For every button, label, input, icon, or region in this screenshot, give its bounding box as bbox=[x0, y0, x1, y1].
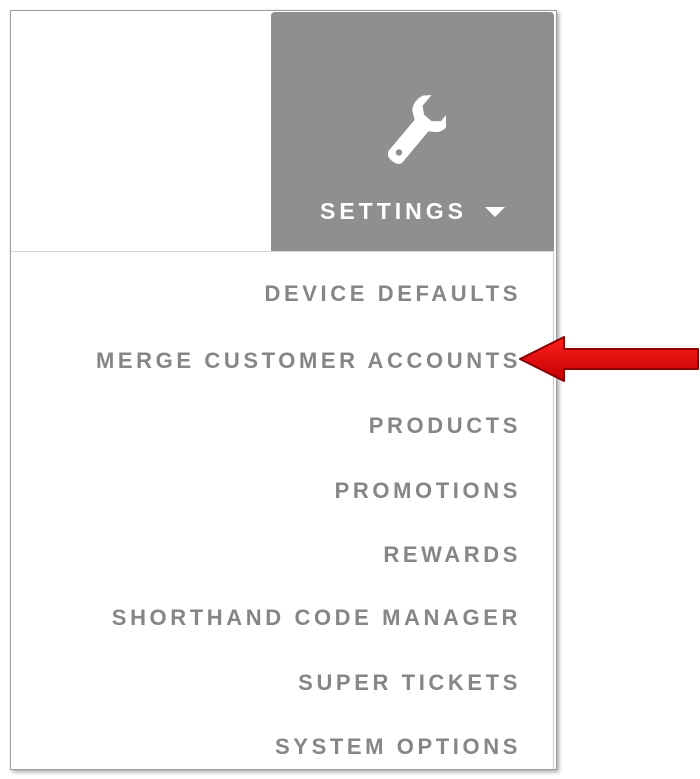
menu-item-device-defaults[interactable]: DEVICE DEFAULTS bbox=[264, 274, 521, 314]
menu-item-shorthand-code-manager[interactable]: SHORTHAND CODE MANAGER bbox=[112, 598, 521, 638]
menu-item-promotions[interactable]: PROMOTIONS bbox=[335, 471, 521, 511]
settings-label: SETTINGS bbox=[319, 197, 467, 224]
settings-button[interactable]: SETTINGS bbox=[271, 12, 554, 251]
menu-item-rewards[interactable]: REWARDS bbox=[383, 535, 521, 575]
menu-item-super-tickets[interactable]: SUPER TICKETS bbox=[298, 663, 521, 703]
red-arrow-icon bbox=[519, 336, 699, 382]
caret-down-icon bbox=[485, 207, 505, 217]
settings-label-row: SETTINGS bbox=[271, 196, 554, 226]
wrench-icon bbox=[388, 94, 446, 164]
menu-item-merge-customer-accounts[interactable]: MERGE CUSTOMER ACCOUNTS bbox=[96, 341, 521, 381]
settings-dropdown-menu: DEVICE DEFAULTS MERGE CUSTOMER ACCOUNTS … bbox=[11, 251, 554, 769]
screenshot: SETTINGS DEVICE DEFAULTS MERGE CUSTOMER … bbox=[0, 0, 700, 779]
menu-item-system-options[interactable]: SYSTEM OPTIONS bbox=[275, 727, 521, 767]
menu-item-products[interactable]: PRODUCTS bbox=[369, 406, 521, 446]
